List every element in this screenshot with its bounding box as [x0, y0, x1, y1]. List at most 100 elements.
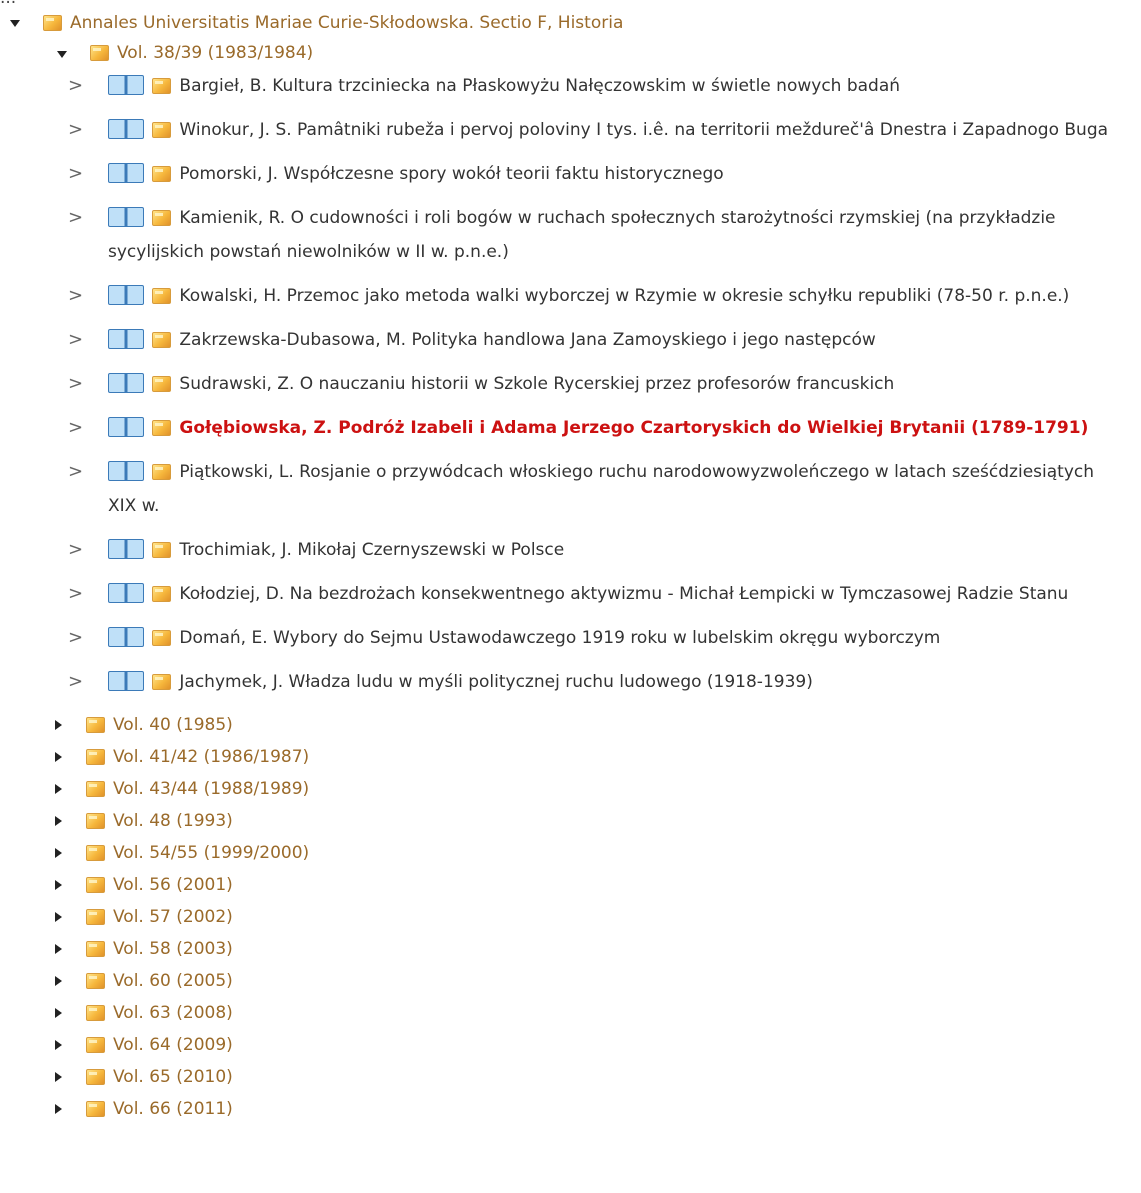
volume-link[interactable]: Vol. 43/44 (1988/1989)	[113, 779, 309, 799]
chevron-right-icon[interactable]: >	[68, 533, 83, 567]
volume-link[interactable]: Vol. 57 (2002)	[113, 907, 233, 927]
triangle-right-icon[interactable]	[55, 752, 62, 762]
volume-link[interactable]: Vol. 65 (2010)	[113, 1067, 233, 1087]
triangle-right-icon[interactable]	[55, 1040, 62, 1050]
volume-link[interactable]: Vol. 48 (1993)	[113, 811, 233, 831]
chevron-right-icon[interactable]: >	[68, 323, 83, 357]
triangle-down-icon[interactable]	[10, 20, 20, 27]
article-title-link[interactable]: Winokur, J. S. Pamâtniki rubeža i pervoj…	[179, 120, 1108, 140]
book-icon[interactable]	[108, 539, 144, 559]
volume-link[interactable]: Vol. 63 (2008)	[113, 1003, 233, 1023]
chevron-right-icon[interactable]: >	[68, 113, 83, 147]
triangle-down-icon[interactable]	[57, 50, 67, 58]
chevron-right-icon[interactable]: >	[68, 367, 83, 401]
triangle-right-icon[interactable]	[55, 1008, 62, 1018]
triangle-right-icon[interactable]	[55, 848, 62, 858]
chevron-right-icon[interactable]: >	[68, 621, 83, 655]
volume-node-collapsed[interactable]: Vol. 56 (2001)	[0, 869, 1141, 901]
triangle-right-icon[interactable]	[55, 720, 62, 730]
triangle-right-icon[interactable]	[55, 944, 62, 954]
book-icon[interactable]	[108, 163, 144, 183]
article-title-link[interactable]: Trochimiak, J. Mikołaj Czernyszewski w P…	[179, 540, 564, 560]
volume-node-collapsed[interactable]: Vol. 54/55 (1999/2000)	[0, 837, 1141, 869]
volume-node-collapsed[interactable]: Vol. 40 (1985)	[0, 709, 1141, 741]
volume-link[interactable]: Vol. 56 (2001)	[113, 875, 233, 895]
triangle-right-icon[interactable]	[55, 1104, 62, 1114]
book-icon[interactable]	[108, 417, 144, 437]
article-title-link[interactable]: Bargieł, B. Kultura trzciniecka na Płask…	[179, 76, 900, 96]
volume-node-collapsed[interactable]: Vol. 60 (2005)	[0, 965, 1141, 997]
article-item[interactable]: > Kowalski, H. Przemoc jako metoda walki…	[0, 279, 1141, 313]
article-title-link[interactable]: Kamienik, R. O cudowności i roli bogów w…	[108, 208, 1056, 262]
book-icon[interactable]	[108, 119, 144, 139]
chevron-right-icon[interactable]: >	[68, 69, 83, 103]
article-item[interactable]: > Kołodziej, D. Na bezdrożach konsekwent…	[0, 577, 1141, 611]
article-title-link[interactable]: Piątkowski, L. Rosjanie o przywódcach wł…	[108, 462, 1094, 516]
article-title-link[interactable]: Sudrawski, Z. O nauczaniu historii w Szk…	[179, 374, 894, 394]
article-item[interactable]: > Bargieł, B. Kultura trzciniecka na Pła…	[0, 69, 1141, 103]
article-title-link[interactable]: Pomorski, J. Współczesne spory wokół teo…	[179, 164, 723, 184]
article-item[interactable]: > Jachymek, J. Władza ludu w myśli polit…	[0, 665, 1141, 699]
folder-icon	[152, 420, 172, 436]
volume-node-expanded[interactable]: Vol. 38/39 (1983/1984)	[0, 37, 1141, 69]
article-item[interactable]: > Winokur, J. S. Pamâtniki rubeža i perv…	[0, 113, 1141, 147]
triangle-right-icon[interactable]	[55, 880, 62, 890]
article-item[interactable]: > Piątkowski, L. Rosjanie o przywódcach …	[0, 455, 1141, 523]
book-icon[interactable]	[108, 329, 144, 349]
volume-link[interactable]: Vol. 58 (2003)	[113, 939, 233, 959]
triangle-right-icon[interactable]	[55, 976, 62, 986]
volume-node-collapsed[interactable]: Vol. 48 (1993)	[0, 805, 1141, 837]
volume-link[interactable]: Vol. 38/39 (1983/1984)	[117, 43, 313, 63]
triangle-right-icon[interactable]	[55, 784, 62, 794]
article-item[interactable]: > Trochimiak, J. Mikołaj Czernyszewski w…	[0, 533, 1141, 567]
volume-node-collapsed[interactable]: Vol. 64 (2009)	[0, 1029, 1141, 1061]
folder-icon	[86, 1037, 105, 1053]
volume-node-collapsed[interactable]: Vol. 58 (2003)	[0, 933, 1141, 965]
volume-link[interactable]: Vol. 54/55 (1999/2000)	[113, 843, 309, 863]
book-icon[interactable]	[108, 583, 144, 603]
triangle-right-icon[interactable]	[55, 816, 62, 826]
volume-link[interactable]: Vol. 64 (2009)	[113, 1035, 233, 1055]
volume-node-collapsed[interactable]: Vol. 63 (2008)	[0, 997, 1141, 1029]
volume-node-collapsed[interactable]: Vol. 41/42 (1986/1987)	[0, 741, 1141, 773]
article-item[interactable]: > Gołębiowska, Z. Podróż Izabeli i Adama…	[0, 411, 1141, 445]
root-collection-link[interactable]: Annales Universitatis Mariae Curie-Skłod…	[70, 13, 623, 33]
chevron-right-icon[interactable]: >	[68, 157, 83, 191]
volume-node-collapsed[interactable]: Vol. 65 (2010)	[0, 1061, 1141, 1093]
book-icon[interactable]	[108, 373, 144, 393]
article-item[interactable]: > Sudrawski, Z. O nauczaniu historii w S…	[0, 367, 1141, 401]
volume-node-collapsed[interactable]: Vol. 43/44 (1988/1989)	[0, 773, 1141, 805]
article-title-link[interactable]: Kowalski, H. Przemoc jako metoda walki w…	[179, 286, 1069, 306]
volume-link[interactable]: Vol. 66 (2011)	[113, 1099, 233, 1119]
book-icon[interactable]	[108, 461, 144, 481]
article-item[interactable]: > Kamienik, R. O cudowności i roli bogów…	[0, 201, 1141, 269]
triangle-right-icon[interactable]	[55, 912, 62, 922]
book-icon[interactable]	[108, 671, 144, 691]
chevron-right-icon[interactable]: >	[68, 411, 83, 445]
article-item[interactable]: > Pomorski, J. Współczesne spory wokół t…	[0, 157, 1141, 191]
volume-node-collapsed[interactable]: Vol. 66 (2011)	[0, 1093, 1141, 1125]
chevron-right-icon[interactable]: >	[68, 455, 83, 489]
chevron-right-icon[interactable]: >	[68, 201, 83, 235]
book-icon[interactable]	[108, 285, 144, 305]
article-title-link[interactable]: Domań, E. Wybory do Sejmu Ustawodawczego…	[179, 628, 940, 648]
article-title-link[interactable]: Kołodziej, D. Na bezdrożach konsekwentne…	[179, 584, 1068, 604]
article-title-link[interactable]: Gołębiowska, Z. Podróż Izabeli i Adama J…	[179, 418, 1088, 438]
tree-root-node[interactable]: Annales Universitatis Mariae Curie-Skłod…	[0, 8, 1141, 37]
chevron-right-icon[interactable]: >	[68, 665, 83, 699]
book-icon[interactable]	[108, 75, 144, 95]
book-icon[interactable]	[108, 627, 144, 647]
book-icon[interactable]	[108, 207, 144, 227]
chevron-right-icon[interactable]: >	[68, 279, 83, 313]
volume-link[interactable]: Vol. 41/42 (1986/1987)	[113, 747, 309, 767]
article-item[interactable]: > Domań, E. Wybory do Sejmu Ustawodawcze…	[0, 621, 1141, 655]
article-title-link[interactable]: Zakrzewska-Dubasowa, M. Polityka handlow…	[179, 330, 875, 350]
folder-icon	[152, 464, 172, 480]
article-title-link[interactable]: Jachymek, J. Władza ludu w myśli polityc…	[179, 672, 812, 692]
triangle-right-icon[interactable]	[55, 1072, 62, 1082]
volume-node-collapsed[interactable]: Vol. 57 (2002)	[0, 901, 1141, 933]
volume-link[interactable]: Vol. 40 (1985)	[113, 715, 233, 735]
chevron-right-icon[interactable]: >	[68, 577, 83, 611]
volume-link[interactable]: Vol. 60 (2005)	[113, 971, 233, 991]
article-item[interactable]: > Zakrzewska-Dubasowa, M. Polityka handl…	[0, 323, 1141, 357]
